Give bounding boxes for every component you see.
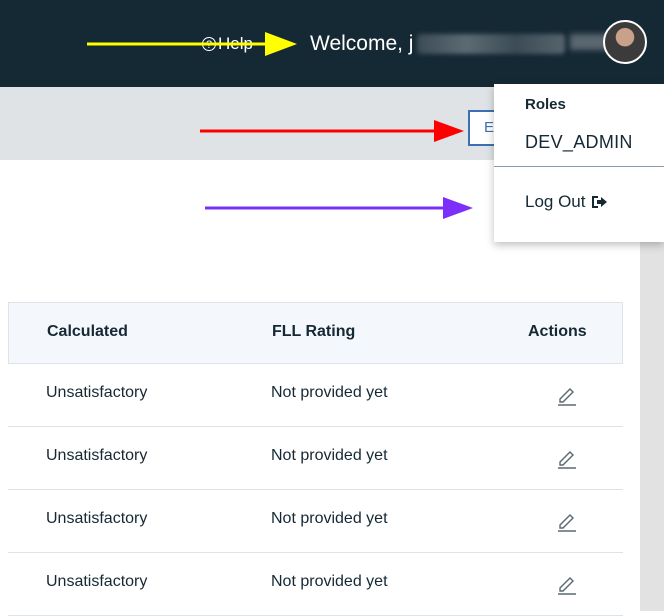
export-button-label: E <box>484 119 495 136</box>
cell-calculated: Unsatisfactory <box>46 573 148 590</box>
column-header-actions: Actions <box>528 323 587 340</box>
table-row: Unsatisfactory Not provided yet <box>8 364 623 427</box>
cell-fll-rating: Not provided yet <box>271 384 388 401</box>
logout-button[interactable]: Log Out <box>525 192 608 212</box>
sign-out-icon <box>591 196 607 208</box>
table-row: Unsatisfactory Not provided yet <box>8 490 623 553</box>
redacted-username <box>417 34 566 55</box>
user-menu-dropdown: Roles DEV_ADMIN Log Out <box>494 84 664 242</box>
pencil-icon[interactable] <box>556 384 578 406</box>
table-row: Unsatisfactory Not provided yet <box>8 427 623 490</box>
logout-label: Log Out <box>525 192 586 211</box>
cell-calculated: Unsatisfactory <box>46 384 148 401</box>
cell-calculated: Unsatisfactory <box>46 510 148 527</box>
annotation-arrow-yellow <box>87 32 297 56</box>
data-table: Calculated FLL Rating Actions Unsatisfac… <box>8 302 623 616</box>
avatar[interactable] <box>603 20 647 64</box>
cell-calculated: Unsatisfactory <box>46 447 148 464</box>
annotation-arrow-purple <box>205 197 473 219</box>
menu-divider <box>494 166 664 167</box>
pencil-icon[interactable] <box>556 573 578 595</box>
table-row: Unsatisfactory Not provided yet <box>8 553 623 616</box>
pencil-icon[interactable] <box>556 447 578 469</box>
welcome-text: Welcome, j <box>310 32 414 55</box>
column-header-fll-rating[interactable]: FLL Rating <box>272 323 355 341</box>
pencil-icon[interactable] <box>556 510 578 532</box>
role-value: DEV_ADMIN <box>525 132 633 152</box>
cell-fll-rating: Not provided yet <box>271 447 388 464</box>
scrollbar-track[interactable] <box>640 240 664 611</box>
welcome-message: Welcome, j <box>310 32 566 56</box>
annotation-arrow-red <box>200 120 464 142</box>
roles-heading: Roles <box>525 96 566 113</box>
column-header-calculated[interactable]: Calculated <box>47 323 128 341</box>
table-header: Calculated FLL Rating Actions <box>8 302 623 364</box>
cell-fll-rating: Not provided yet <box>271 573 388 590</box>
cell-fll-rating: Not provided yet <box>271 510 388 527</box>
